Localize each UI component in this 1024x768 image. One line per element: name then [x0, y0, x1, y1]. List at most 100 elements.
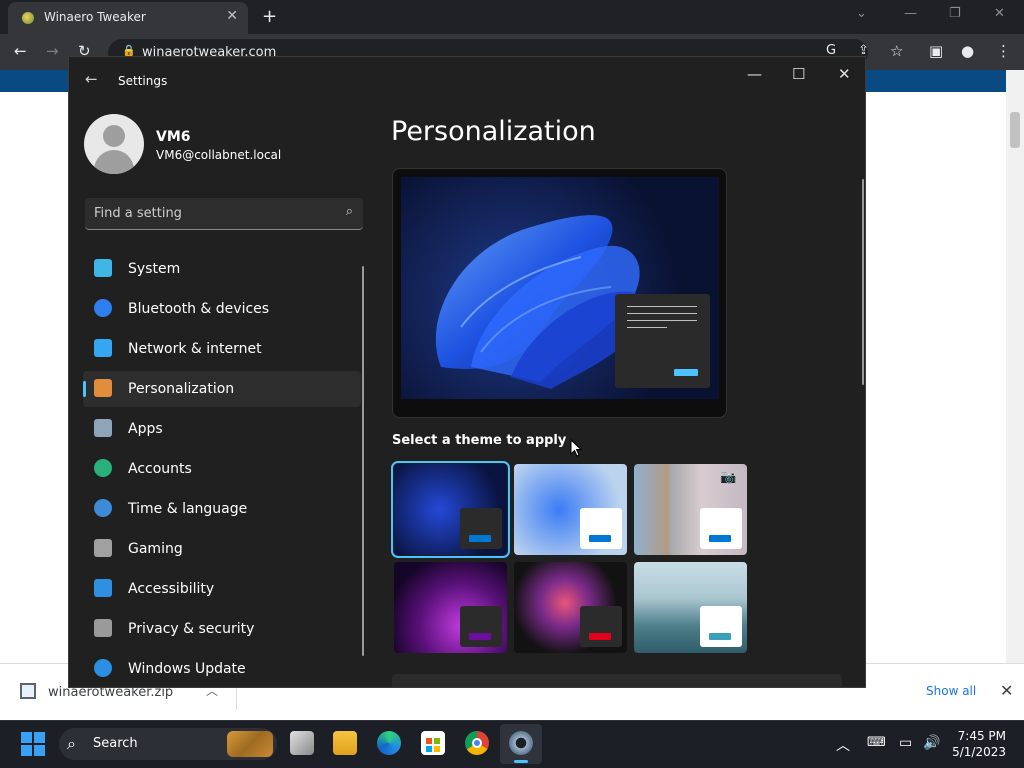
sidebar-item-apps[interactable]: Apps	[83, 411, 361, 447]
sidebar-item-accessibility[interactable]: Accessibility	[83, 571, 361, 607]
theme-accent-swatch	[709, 535, 731, 542]
store-logo-pane	[434, 738, 440, 744]
side-panel-icon[interactable]: ▣	[929, 42, 943, 60]
browser-minimize-icon[interactable]: —	[904, 6, 917, 21]
clock-date[interactable]: 5/1/2023	[950, 745, 1006, 759]
volume-icon[interactable]: 🔊	[923, 735, 940, 751]
preview-line	[627, 313, 697, 314]
preview-line	[627, 327, 667, 328]
sidebar-item-accounts[interactable]: Accounts	[83, 451, 361, 487]
theme-mini-window	[700, 508, 742, 549]
settings-maximize-icon[interactable]: ☐	[792, 65, 805, 83]
settings-window: ← Settings — ☐ ✕ VM6 VM6@collabnet.local…	[68, 56, 866, 688]
brush-icon	[94, 379, 112, 397]
network-icon[interactable]: ▭	[899, 735, 912, 751]
browser-menu-icon[interactable]: ⋮	[996, 42, 1011, 60]
close-download-bar-icon[interactable]: ✕	[1000, 681, 1013, 700]
settings-content-scrollbar[interactable]	[862, 179, 864, 385]
bluetooth-icon	[94, 299, 112, 317]
sidebar-item-privacy-security[interactable]: Privacy & security	[83, 611, 361, 647]
page-scrollbar-thumb[interactable]	[1010, 112, 1020, 148]
selected-indicator	[83, 381, 86, 397]
theme-mini-window	[580, 508, 622, 549]
forward-arrow-icon[interactable]: →	[46, 42, 59, 60]
store-logo-pane	[426, 746, 432, 752]
file-explorer-icon[interactable]	[333, 731, 357, 755]
sidebar-item-bluetooth-devices[interactable]: Bluetooth & devices	[83, 291, 361, 327]
start-logo-pane	[21, 732, 32, 743]
start-windows-icon[interactable]	[21, 732, 45, 756]
site-favicon-icon	[22, 12, 34, 24]
preview-line	[627, 306, 697, 307]
sidebar-item-time-language[interactable]: Time & language	[83, 491, 361, 527]
theme-accent-swatch	[469, 535, 491, 542]
task-view-icon[interactable]	[290, 731, 314, 755]
theme-mini-window	[700, 606, 742, 647]
user-email: VM6@collabnet.local	[156, 148, 282, 162]
browser-close-icon[interactable]: ✕	[994, 6, 1005, 21]
theme-preview	[392, 168, 727, 418]
settings-window-title: Settings	[118, 74, 168, 88]
theme-mini-window	[460, 606, 502, 647]
sidebar-item-label: Accounts	[128, 461, 192, 477]
next-settings-card[interactable]	[392, 674, 842, 687]
sidebar-item-system[interactable]: System	[83, 251, 361, 287]
sidebar-item-label: Personalization	[128, 381, 235, 397]
theme-tile-windows-dark[interactable]	[391, 461, 510, 558]
sidebar-item-label: Accessibility	[128, 581, 215, 597]
gamepad-icon	[94, 539, 112, 557]
preview-line	[627, 320, 697, 321]
browser-restore-icon[interactable]: ❐	[949, 6, 961, 21]
page-scrollbar[interactable]	[1006, 70, 1024, 663]
taskbar-search-label: Search	[93, 736, 138, 751]
search-icon[interactable]: ⌕	[346, 204, 353, 219]
sidebar-item-network-internet[interactable]: Network & internet	[83, 331, 361, 367]
browser-tab[interactable]: Winaero Tweaker ✕	[8, 2, 248, 34]
profile-icon[interactable]: ●	[961, 42, 974, 60]
preview-dialog	[615, 294, 710, 388]
tab-search-icon[interactable]: ⌄	[856, 6, 867, 21]
sidebar-item-label: Apps	[128, 421, 163, 437]
edge-browser-icon[interactable]	[377, 731, 401, 755]
show-all-link[interactable]: Show all	[926, 684, 976, 698]
back-arrow-icon[interactable]: ←	[14, 42, 27, 60]
settings-minimize-icon[interactable]: —	[747, 65, 762, 83]
settings-search-input[interactable]: Find a setting ⌕	[85, 198, 363, 230]
settings-back-arrow-icon[interactable]: ←	[85, 70, 98, 88]
close-tab-icon[interactable]: ✕	[226, 8, 238, 24]
sidebar-item-label: Network & internet	[128, 341, 262, 357]
theme-accent-swatch	[589, 535, 611, 542]
theme-tile-windows-light[interactable]	[514, 464, 627, 555]
sidebar-item-gaming[interactable]: Gaming	[83, 531, 361, 567]
sidebar-item-windows-update[interactable]: Windows Update	[83, 651, 361, 687]
theme-tile-captured-motion[interactable]	[514, 562, 627, 653]
new-tab-button[interactable]: +	[262, 6, 277, 27]
theme-mini-window	[580, 606, 622, 647]
microsoft-store-icon[interactable]	[421, 731, 445, 755]
monitor-icon	[94, 259, 112, 277]
taskbar-search-box[interactable]: ⌕ Search	[59, 728, 277, 760]
avatar-body	[94, 150, 134, 174]
theme-tile-glow[interactable]	[394, 562, 507, 653]
sidebar-item-personalization[interactable]: Personalization	[83, 371, 361, 407]
bookmark-star-icon[interactable]: ☆	[890, 42, 903, 60]
sidebar-item-label: Windows Update	[128, 661, 246, 677]
user-name: VM6	[156, 129, 191, 145]
theme-tile-spotlight[interactable]: 📷	[634, 464, 747, 555]
user-avatar[interactable]	[84, 114, 144, 174]
avatar-head	[103, 125, 125, 147]
tab-title: Winaero Tweaker	[44, 10, 146, 24]
start-logo-pane	[21, 745, 32, 756]
wifi-icon	[94, 339, 112, 357]
show-hidden-icons-chevron-icon[interactable]: ︿	[836, 735, 850, 755]
nav-scrollbar[interactable]	[362, 266, 364, 656]
sidebar-item-label: Bluetooth & devices	[128, 301, 270, 317]
theme-tile-flow[interactable]	[634, 562, 747, 653]
store-logo-pane	[426, 738, 432, 744]
clock-time[interactable]: 7:45 PM	[950, 729, 1006, 743]
chrome-browser-icon[interactable]	[465, 731, 489, 755]
keyboard-icon[interactable]: ⌨	[867, 735, 886, 750]
sidebar-item-label: Gaming	[128, 541, 183, 557]
settings-close-icon[interactable]: ✕	[838, 65, 851, 83]
settings-gear-icon[interactable]	[509, 731, 533, 755]
